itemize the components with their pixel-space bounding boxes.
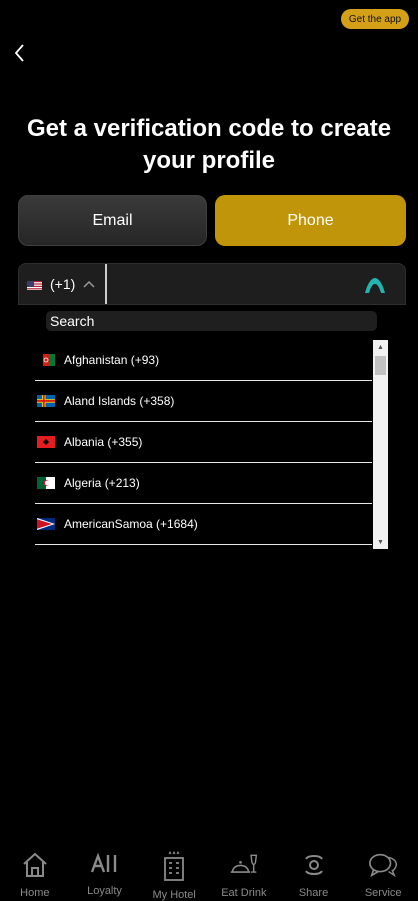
get-the-app-button[interactable]: Get the app [341, 9, 409, 29]
share-icon [299, 851, 329, 879]
cloche-icon [229, 851, 259, 879]
nav-label: Service [364, 887, 402, 899]
nav-item-loyalty[interactable]: Loyalty [70, 845, 140, 897]
country-list-scrollbar[interactable]: ▲ ▼ [373, 340, 388, 549]
tab-email[interactable]: Email [18, 195, 207, 246]
back-button[interactable] [10, 40, 30, 66]
us-flag-icon [27, 279, 42, 290]
nav-label: My Hotel [152, 889, 196, 901]
country-option-label: Aland Islands (+358) [64, 394, 175, 408]
page-title-line-2: your profile [142, 147, 275, 174]
country-search-input[interactable] [46, 311, 377, 331]
brand-logo-icon [365, 278, 385, 293]
home-icon [20, 851, 50, 879]
country-option-label: Albania (+355) [64, 435, 143, 449]
phone-number-input[interactable] [108, 264, 348, 304]
bottom-nav: Home Loyalty My Hotel Eat Drink Share Se… [0, 845, 418, 901]
country-code-selector[interactable]: (+1) [19, 264, 106, 304]
american-samoa-flag-icon [37, 518, 55, 530]
country-option-label: AmericanSamoa (+1684) [64, 517, 198, 531]
country-list: Afghanistan (+93) Aland Islands (+358) A… [35, 340, 372, 545]
country-option-american-samoa[interactable]: AmericanSamoa (+1684) [35, 504, 372, 545]
nav-label: Share [298, 887, 329, 899]
country-code-value: (+1) [50, 276, 76, 292]
albania-flag-icon [37, 436, 55, 448]
country-option-label: Algeria (+213) [64, 476, 140, 490]
chevron-up-icon [83, 280, 95, 288]
nav-item-my-hotel[interactable]: My Hotel [139, 845, 209, 901]
chat-icon [368, 851, 398, 879]
scrollbar-thumb[interactable] [375, 356, 386, 375]
nav-label: Eat Drink [221, 887, 267, 899]
input-divider [105, 264, 107, 304]
nav-item-eat-drink[interactable]: Eat Drink [209, 845, 279, 899]
hotel-icon [159, 851, 189, 881]
country-option-albania[interactable]: Albania (+355) [35, 422, 372, 463]
afghanistan-flag-icon [37, 354, 55, 366]
nav-item-service[interactable]: Service [348, 845, 418, 899]
nav-label: Home [20, 887, 50, 899]
all-loyalty-icon [90, 851, 120, 877]
scroll-down-arrow-icon[interactable]: ▼ [373, 535, 388, 549]
country-option-algeria[interactable]: Algeria (+213) [35, 463, 372, 504]
nav-item-share[interactable]: Share [279, 845, 349, 899]
nav-label: Loyalty [87, 885, 122, 897]
nav-item-home[interactable]: Home [0, 845, 70, 899]
scroll-up-arrow-icon[interactable]: ▲ [373, 340, 388, 354]
page-title: Get a verification code to create your p… [0, 113, 418, 177]
algeria-flag-icon [37, 477, 55, 489]
country-option-afghanistan[interactable]: Afghanistan (+93) [35, 340, 372, 381]
tab-phone[interactable]: Phone [215, 195, 406, 246]
page-title-line-1: Get a verification code to create [26, 115, 392, 142]
phone-input-group: (+1) [18, 263, 406, 305]
chevron-left-icon [14, 44, 24, 62]
country-dropdown: Afghanistan (+93) Aland Islands (+358) A… [18, 305, 394, 549]
country-option-aland-islands[interactable]: Aland Islands (+358) [35, 381, 372, 422]
aland-islands-flag-icon [37, 395, 55, 407]
country-option-label: Afghanistan (+93) [64, 353, 160, 367]
